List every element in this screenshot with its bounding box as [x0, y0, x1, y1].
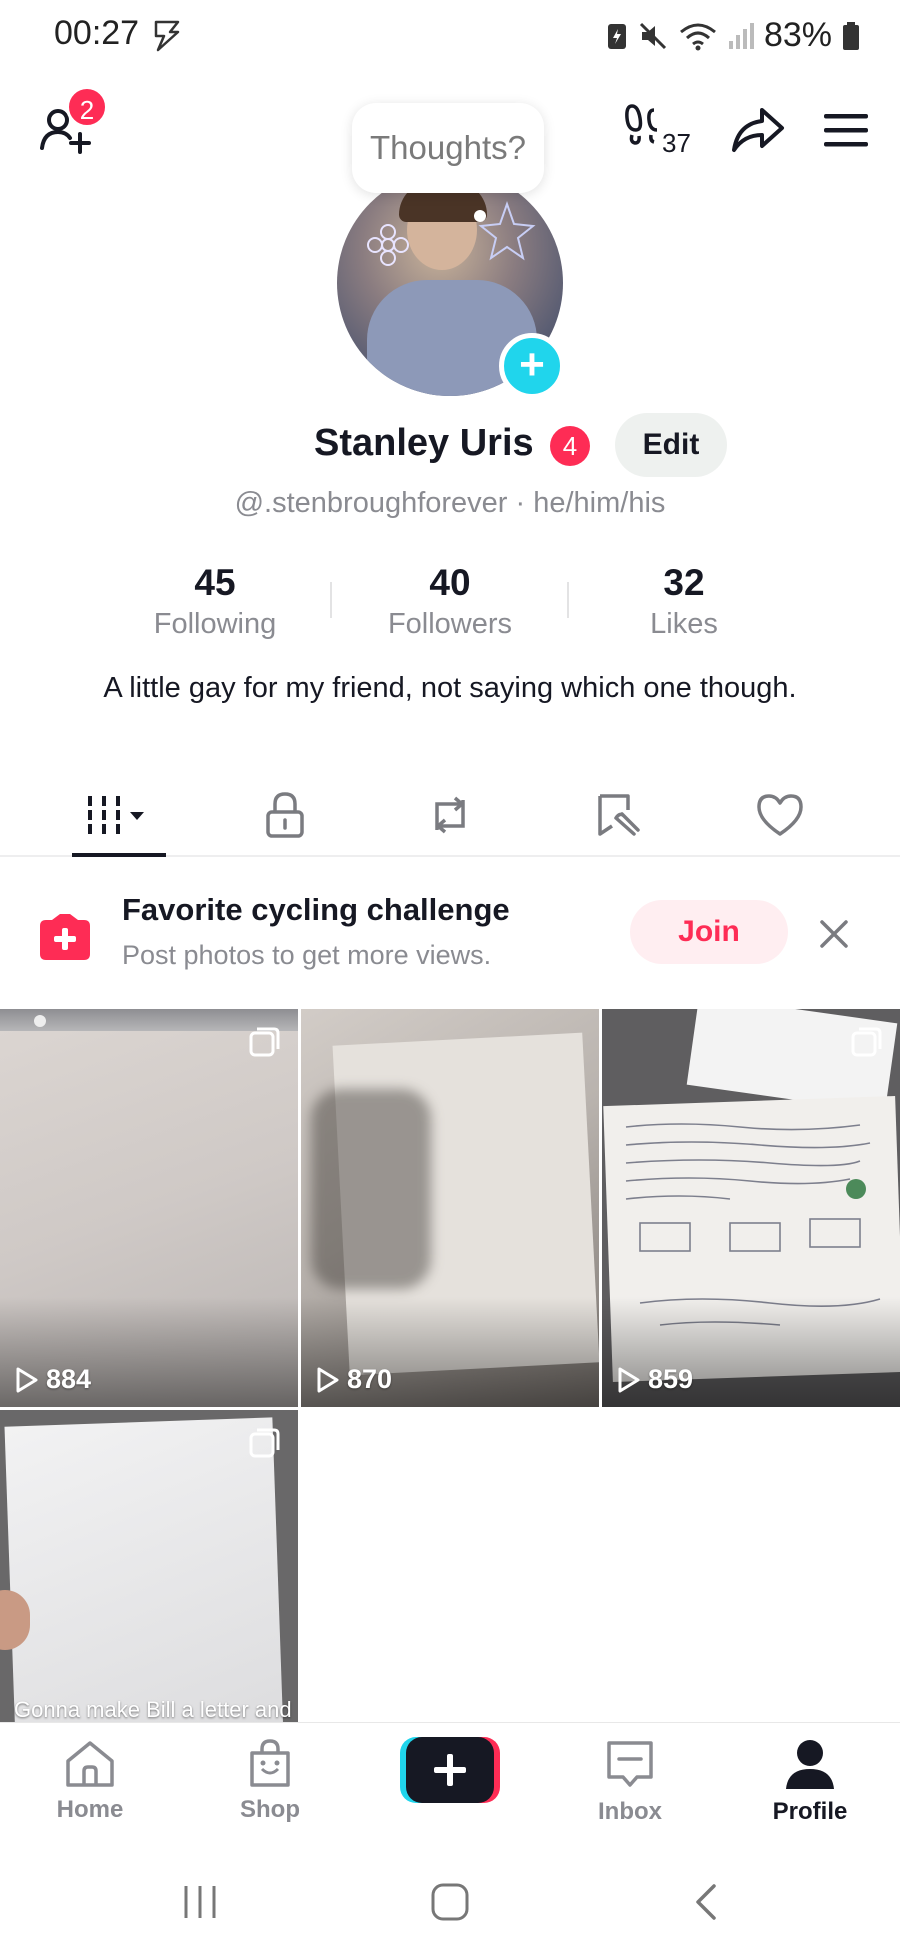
home-button-icon[interactable]	[430, 1882, 470, 1922]
play-icon	[618, 1367, 640, 1392]
nav-inbox-label: Inbox	[598, 1798, 662, 1825]
profile-views-count: 37	[662, 128, 691, 158]
status-time: 00:27	[54, 14, 140, 52]
status-bar: 00:27 83%	[0, 0, 900, 72]
challenge-subtitle: Post photos to get more views.	[122, 940, 492, 970]
video-tile[interactable]: 870	[301, 1009, 599, 1407]
stat-followers[interactable]: 40 Followers	[355, 562, 545, 641]
nav-home-label: Home	[56, 1796, 124, 1823]
play-icon	[317, 1367, 339, 1392]
close-icon[interactable]	[814, 914, 854, 954]
video-tile[interactable]: Gonna make Bill a letter and	[0, 1410, 298, 1723]
add-story-button[interactable]: +	[499, 333, 565, 399]
active-tab-indicator	[72, 853, 166, 857]
signal-icon	[728, 22, 754, 49]
edit-profile-button[interactable]: Edit	[615, 413, 727, 477]
photo-carousel-icon	[249, 1428, 280, 1458]
profile-stats: 45 Following 40 Followers 32 Likes	[120, 562, 780, 652]
tab-liked[interactable]	[745, 785, 815, 845]
wall-screw	[34, 1015, 46, 1027]
challenge-banner[interactable]: Favorite cycling challenge Post photos t…	[0, 870, 900, 1000]
stat-label: Likes	[650, 608, 718, 640]
nav-shop[interactable]: Shop	[210, 1737, 330, 1824]
profile-icon	[786, 1740, 834, 1789]
shopping-bag-icon	[250, 1739, 290, 1787]
mute-icon	[639, 22, 666, 49]
challenge-add-icon	[40, 914, 90, 960]
stat-value: 32	[663, 562, 705, 603]
view-count: 859	[616, 1364, 693, 1395]
view-count-value: 884	[46, 1364, 92, 1394]
username-pronouns: @.stenbroughforever · he/him/his	[234, 487, 666, 519]
paper-sheet	[4, 1417, 284, 1723]
lock-icon	[266, 792, 304, 838]
battery-percent: 83%	[763, 16, 832, 54]
stat-value: 45	[194, 562, 236, 603]
name-badge: 4	[550, 426, 590, 466]
photo-carousel-icon	[851, 1027, 882, 1057]
stat-label: Following	[153, 608, 277, 640]
video-tile[interactable]: 859	[602, 1009, 900, 1407]
nav-home[interactable]: Home	[30, 1737, 150, 1824]
nav-profile[interactable]: Profile	[750, 1737, 870, 1826]
videos-icon	[88, 796, 144, 834]
tab-reposts[interactable]	[415, 785, 485, 845]
challenge-title: Favorite cycling challenge	[122, 892, 510, 927]
paper-shadow	[311, 1089, 431, 1289]
view-count-value: 859	[648, 1364, 694, 1394]
flower-doodle-icon	[367, 224, 409, 266]
stat-label: Followers	[387, 608, 513, 640]
status-icons: 83%	[606, 16, 860, 55]
menu-icon[interactable]	[822, 110, 870, 150]
stat-divider	[567, 582, 569, 618]
tab-videos[interactable]	[84, 785, 154, 845]
wifi-icon	[679, 23, 716, 50]
system-navigation-bar	[0, 1850, 900, 1950]
bottom-navigation: Home Shop Inbox Profile	[0, 1722, 900, 1850]
home-icon	[66, 1741, 114, 1787]
nav-profile-label: Profile	[772, 1798, 848, 1825]
heart-icon	[757, 794, 803, 836]
nav-shop-label: Shop	[240, 1796, 300, 1823]
profile-content-tabs	[0, 775, 900, 857]
view-count: 870	[315, 1364, 392, 1395]
battery-saver-icon	[607, 23, 626, 49]
stat-value: 40	[429, 562, 471, 603]
thoughts-bubble-dot	[474, 210, 486, 222]
video-tile[interactable]: 884	[0, 1009, 298, 1407]
create-post-button[interactable]	[400, 1737, 500, 1803]
photo-carousel-icon	[249, 1027, 280, 1057]
favorites-icon	[598, 794, 640, 836]
bolt-notification-icon	[154, 20, 180, 52]
profile-bio: A little gay for my friend, not saying w…	[103, 672, 797, 704]
profile-views-button[interactable]: 37	[624, 100, 694, 160]
name-row: Stanley Uris 4 Edit	[0, 410, 900, 480]
friend-requests-badge: 2	[66, 86, 108, 128]
view-count-value: 870	[347, 1364, 393, 1394]
nav-inbox[interactable]: Inbox	[570, 1737, 690, 1826]
share-icon[interactable]	[730, 104, 786, 156]
video-grid: 884 870 859 Gonna make Bill a letter and	[0, 1009, 900, 1723]
play-icon	[16, 1367, 38, 1392]
video-caption: Gonna make Bill a letter and	[14, 1697, 292, 1722]
tab-private[interactable]	[250, 785, 320, 845]
stat-likes[interactable]: 32 Likes	[589, 562, 779, 641]
stat-following[interactable]: 45 Following	[120, 562, 310, 641]
tab-favorites[interactable]	[582, 785, 652, 845]
recent-apps-icon[interactable]	[180, 1882, 220, 1922]
repost-icon	[435, 796, 465, 834]
inbox-icon	[607, 1741, 653, 1787]
star-doodle-icon	[478, 200, 536, 261]
top-nav-actions: 37	[624, 100, 870, 160]
battery-icon	[843, 21, 859, 50]
stat-divider	[330, 582, 332, 618]
create-plus-icon	[400, 1737, 500, 1803]
display-name: Stanley Uris	[314, 422, 534, 464]
view-count: 884	[14, 1364, 91, 1395]
thoughts-bubble[interactable]: Thoughts?	[352, 103, 544, 193]
join-challenge-button[interactable]: Join	[630, 900, 788, 964]
back-icon[interactable]	[690, 1882, 720, 1922]
